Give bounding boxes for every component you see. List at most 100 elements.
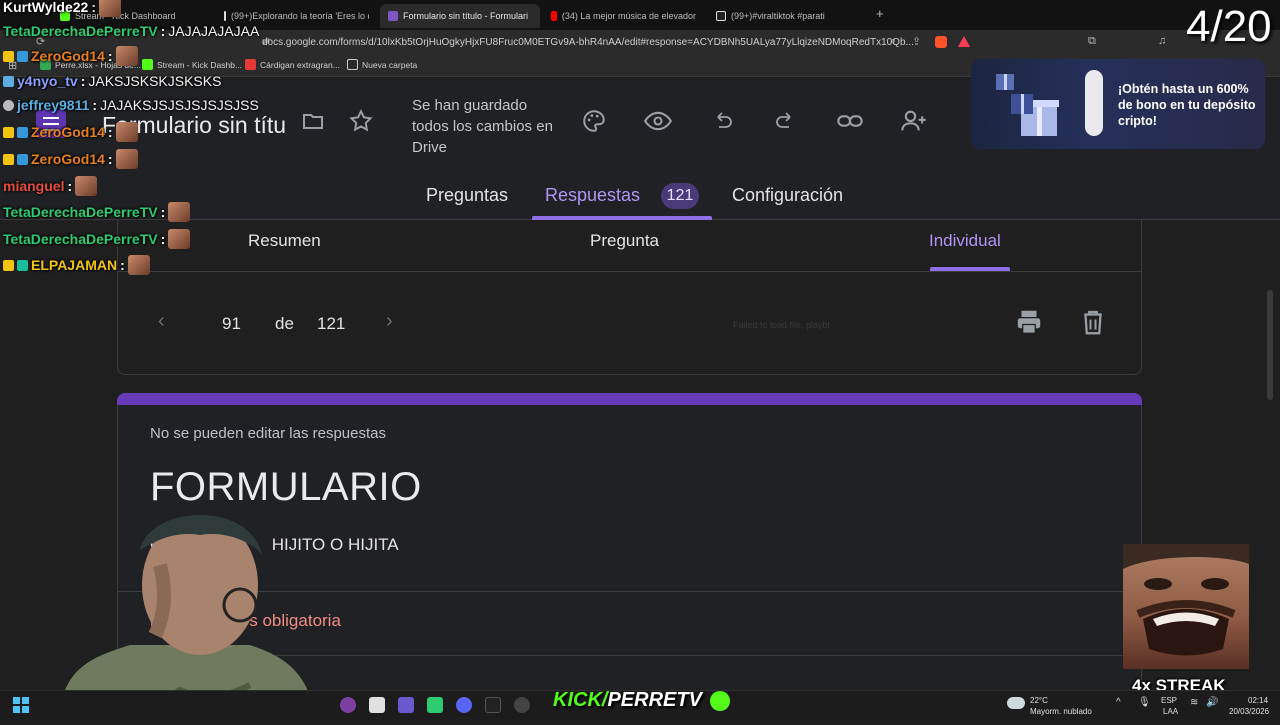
subtab-summary[interactable]: Resumen: [248, 231, 321, 251]
next-response-icon[interactable]: ›: [386, 310, 393, 333]
page-scrollbar[interactable]: [1267, 290, 1273, 400]
chat-text: JAJAJAJAJAA: [168, 23, 260, 39]
chat-username: TetaDerechaDePerreTV: [3, 204, 158, 220]
bookmark-nueva-carpeta[interactable]: Nueva carpeta: [347, 59, 417, 70]
clock-date[interactable]: 20/03/2026: [1229, 707, 1269, 716]
extensions-icon[interactable]: ⧉: [1088, 35, 1096, 48]
url-text[interactable]: docs.google.com/forms/d/10lxKb5tOrjHuOgk…: [262, 33, 962, 51]
preview-eye-icon[interactable]: [642, 105, 674, 137]
chat-message: jeffrey9811: JAJAKSJSJSJSJSJSJSS: [3, 97, 259, 113]
crown-badge-icon: [3, 126, 14, 138]
obs-icon[interactable]: [514, 697, 530, 713]
subtab-individual[interactable]: Individual: [929, 231, 1001, 251]
youtube-icon: [551, 11, 557, 21]
star-icon[interactable]: [345, 105, 377, 137]
add-collaborator-icon[interactable]: [898, 105, 930, 137]
tab-label: (99+)#viraltiktok #parati: [731, 11, 825, 21]
save-status: Se han guardado todos los cambios en Dri…: [412, 97, 553, 156]
music-icon[interactable]: ♫: [1158, 35, 1166, 47]
clock-time[interactable]: 02:14: [1248, 696, 1268, 705]
keyboard-layout[interactable]: LAA: [1163, 707, 1178, 716]
previous-response-icon[interactable]: ‹: [158, 310, 165, 333]
emote-image: [168, 202, 191, 222]
wifi-icon[interactable]: ≋: [1190, 697, 1198, 708]
shop-icon: [245, 59, 256, 70]
bookmark-cardigan[interactable]: Cárdigan extragran...: [245, 59, 340, 70]
ad-controls[interactable]: [1085, 70, 1103, 136]
divider: [117, 271, 1142, 272]
tab-label: (34) La mejor música de elevador: [561, 11, 696, 21]
chevron-up-icon[interactable]: ^: [1116, 697, 1121, 708]
no-edit-notice: No se pueden editar las respuestas: [150, 425, 386, 442]
tab-responses[interactable]: Respuestas: [545, 185, 640, 206]
emote-image: [115, 46, 138, 66]
microphone-icon[interactable]: 🎙: [1138, 697, 1151, 708]
subtab-question[interactable]: Pregunta: [590, 231, 659, 251]
tab-tiktok-viral[interactable]: (99+)#viraltiktok #parati: [716, 6, 861, 26]
chat-username: ELPAJAMAN: [31, 257, 118, 273]
sub-badge-icon: [17, 126, 28, 138]
tab-youtube-music[interactable]: (34) La mejor música de elevador: [551, 6, 696, 26]
undo-icon[interactable]: [706, 105, 738, 137]
emote-image: [99, 0, 121, 17]
tab-questions[interactable]: Preguntas: [426, 185, 508, 206]
emote-image: [115, 149, 138, 169]
tiktok-icon: [224, 11, 226, 21]
gift-boxes-icon: [981, 64, 1081, 144]
chat-username: jeffrey9811: [17, 97, 90, 113]
kick-icon: [142, 59, 153, 70]
capcut-icon[interactable]: [369, 697, 385, 713]
weather-description: Mayorm. nublado: [1030, 707, 1092, 716]
redo-icon[interactable]: [770, 105, 802, 137]
chat-username: mianguel: [3, 178, 65, 194]
keyboard-language[interactable]: ESP: [1161, 696, 1177, 705]
tiktok-icon: [716, 11, 726, 21]
palette-icon[interactable]: [578, 105, 610, 137]
current-response-number[interactable]: 91: [222, 314, 241, 334]
chat-username: ZeroGod14: [31, 48, 105, 64]
chat-message: ELPAJAMAN:: [3, 255, 150, 275]
chat-username: ZeroGod14: [31, 151, 105, 167]
app-icon[interactable]: [340, 697, 356, 713]
discord-icon[interactable]: [456, 697, 472, 713]
link-icon[interactable]: [834, 105, 866, 137]
tab-google-forms[interactable]: Formulario sin título - Formulari: [380, 4, 540, 28]
chat-message: TetaDerechaDePerreTV:: [3, 202, 191, 222]
bookmark-label: Cárdigan extragran...: [260, 59, 340, 70]
move-to-folder-icon[interactable]: [297, 105, 329, 137]
bookmark-kick-dashboard[interactable]: Stream - Kick Dashb...: [142, 59, 242, 70]
delete-icon[interactable]: [1078, 307, 1108, 337]
kick-channel-brand: KICK/PERRETV: [553, 689, 731, 712]
sub-badge-icon: [17, 153, 28, 165]
responses-count-badge: 121: [661, 183, 699, 209]
grid-app-icon[interactable]: [398, 697, 414, 713]
tab-settings[interactable]: Configuración: [732, 185, 843, 206]
windows-start-icon[interactable]: [13, 697, 29, 713]
chat-text: JAJAKSJSJSJSJSJSJSS: [100, 97, 259, 113]
kick-prefix: KICK/: [553, 689, 608, 711]
new-tab-icon[interactable]: +: [876, 6, 884, 21]
sub-badge-icon: [17, 50, 28, 62]
tab-label: Formulario sin título - Formulari: [403, 11, 529, 21]
chat-username: TetaDerechaDePerreTV: [3, 23, 158, 39]
chat-message: y4nyo_tv: JAKSJSKSKJSKSKS: [3, 73, 221, 89]
print-icon[interactable]: [1014, 307, 1044, 337]
total-responses: 121: [317, 314, 346, 333]
chat-message: mianguel:: [3, 176, 98, 196]
crown-badge-icon: [3, 153, 14, 165]
chat-username: ZeroGod14: [31, 124, 105, 140]
pager-of-label: de: [275, 314, 294, 333]
crown-badge-icon: [3, 259, 14, 271]
streamer-webcam: [40, 505, 340, 720]
chat-username: KurtWylde22: [3, 0, 89, 15]
emote-image: [115, 122, 138, 142]
chat-username: TetaDerechaDePerreTV: [3, 231, 158, 247]
chat-message: ZeroGod14:: [3, 46, 138, 66]
terminal-icon[interactable]: [485, 697, 501, 713]
play-app-icon[interactable]: [427, 697, 443, 713]
volume-icon[interactable]: 🔊: [1206, 697, 1218, 708]
chat-username: y4nyo_tv: [17, 73, 78, 89]
forms-icon: [388, 11, 398, 21]
kick-channel-name: PERRETV: [607, 689, 702, 711]
cloud-weather-icon: [1007, 697, 1025, 709]
